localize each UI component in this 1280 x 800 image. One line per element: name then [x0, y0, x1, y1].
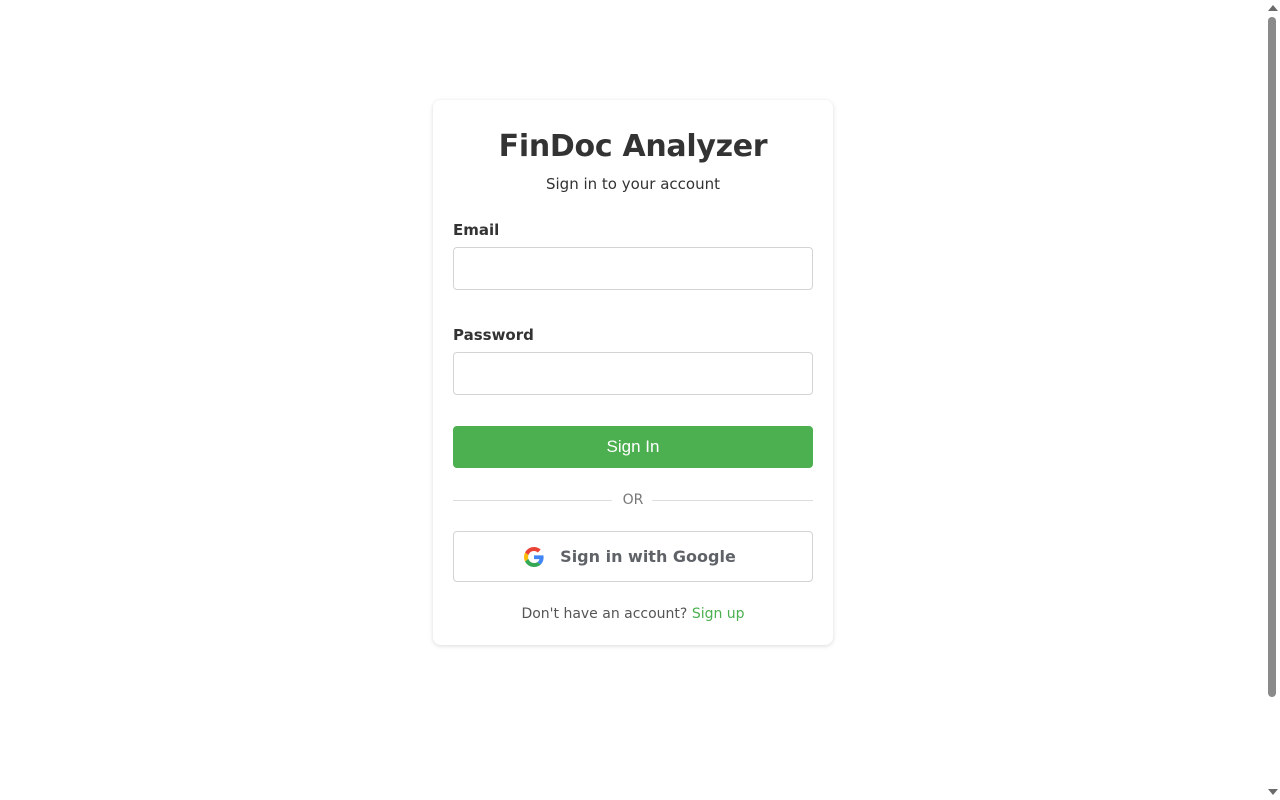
sign-up-link[interactable]: Sign up	[692, 606, 745, 622]
signup-prompt: Don't have an account? Sign up	[433, 605, 833, 623]
login-page: FinDoc Analyzer Sign in to your account …	[0, 0, 1280, 800]
sign-in-button[interactable]: Sign In	[453, 426, 813, 468]
page-subtitle: Sign in to your account	[545, 175, 720, 193]
or-divider: OR	[453, 490, 813, 510]
page-title: FinDoc Analyzer	[498, 129, 768, 164]
password-field[interactable]	[453, 352, 813, 395]
google-g-icon	[524, 546, 544, 567]
scroll-down-arrow-icon[interactable]	[1268, 789, 1278, 795]
vertical-scrollbar[interactable]	[1265, 0, 1280, 800]
google-sign-in-button[interactable]: Sign in with Google	[453, 531, 813, 582]
email-label: Email	[453, 221, 500, 239]
scroll-up-arrow-icon[interactable]	[1268, 5, 1278, 11]
signup-prompt-text: Don't have an account?	[521, 606, 688, 622]
email-field[interactable]	[453, 247, 813, 290]
login-card: FinDoc Analyzer Sign in to your account …	[433, 100, 833, 645]
password-label: Password	[453, 326, 534, 344]
google-sign-in-label: Sign in with Google	[560, 547, 736, 566]
scrollbar-thumb[interactable]	[1268, 17, 1276, 697]
divider-line-right	[652, 500, 813, 501]
